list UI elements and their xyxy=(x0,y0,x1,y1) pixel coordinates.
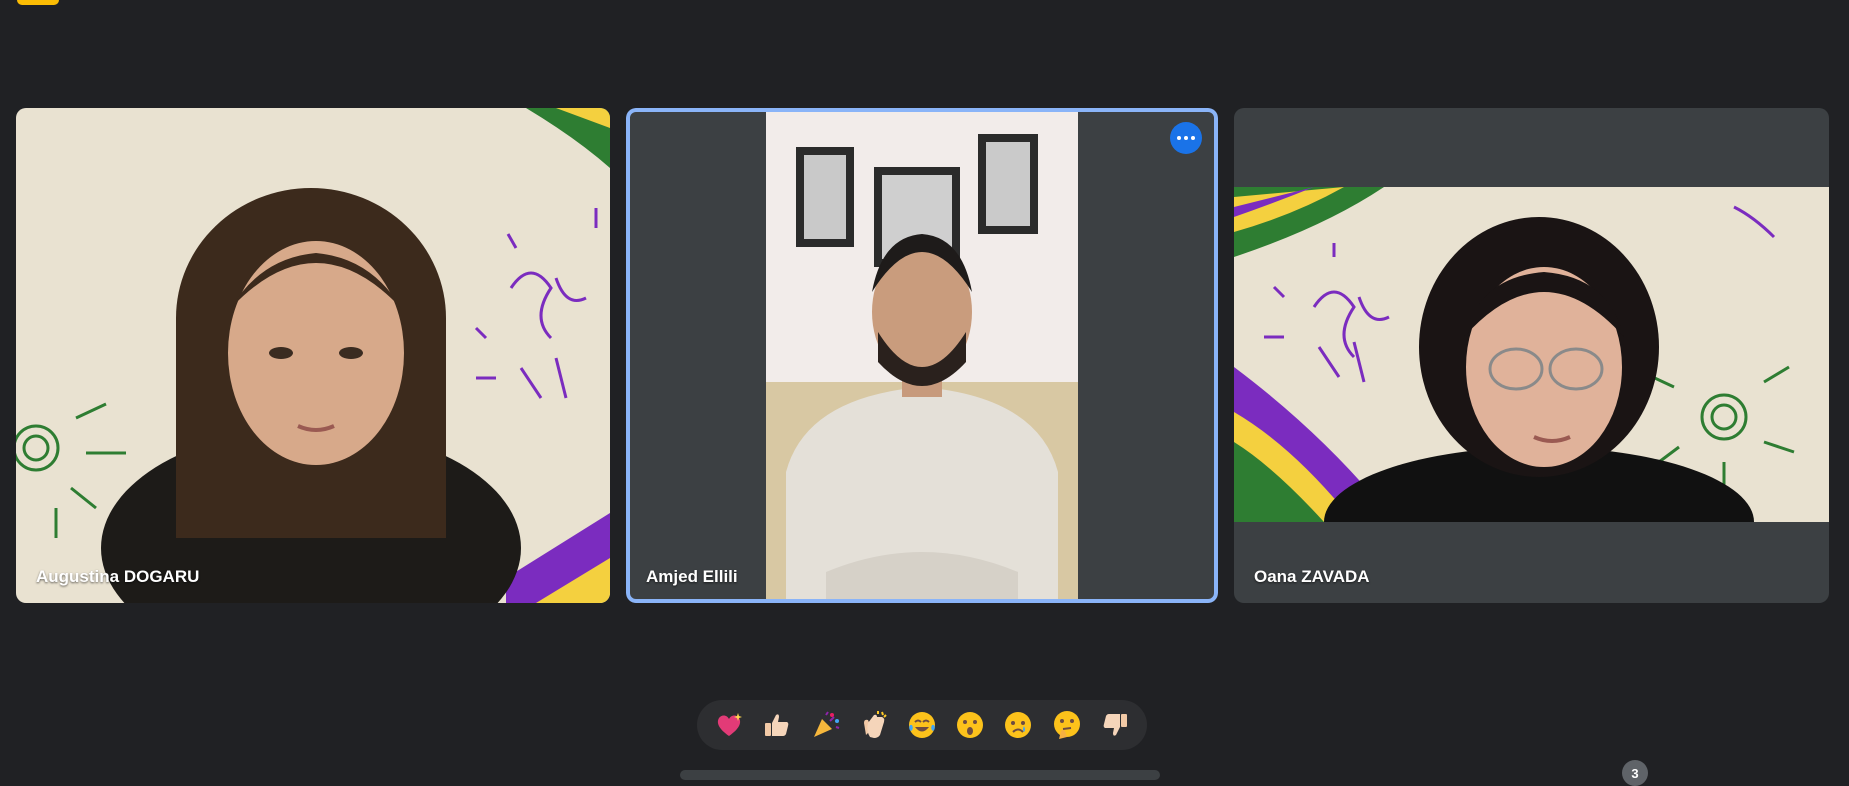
reactions-bar xyxy=(697,700,1147,750)
sparkling-heart-icon xyxy=(717,713,743,736)
participant-tile-active[interactable]: Amjed Ellili xyxy=(626,108,1218,603)
clapping-hands-icon xyxy=(863,711,887,738)
participant-tile[interactable]: Augustina DOGARU xyxy=(16,108,610,603)
thinking-face-icon xyxy=(1053,711,1080,739)
reaction-sparkling-heart[interactable] xyxy=(707,703,751,747)
dot-icon xyxy=(1184,136,1188,140)
control-bar-edge xyxy=(680,770,1160,780)
participant-name: Oana ZAVADA xyxy=(1254,567,1370,586)
reaction-tears-of-joy[interactable] xyxy=(900,703,944,747)
participant-video xyxy=(1234,187,1829,522)
more-options-button[interactable] xyxy=(1170,122,1202,154)
participant-tile[interactable]: Oana ZAVADA xyxy=(1234,108,1829,603)
dot-icon xyxy=(1191,136,1195,140)
reaction-thumbs-down[interactable] xyxy=(1093,703,1137,747)
reaction-clapping-hands[interactable] xyxy=(852,703,896,747)
crying-face-icon xyxy=(1005,712,1032,738)
reaction-party-popper[interactable] xyxy=(804,703,848,747)
surprised-face-icon xyxy=(957,712,984,738)
top-status-chip xyxy=(17,0,59,5)
reaction-surprised-face[interactable] xyxy=(948,703,992,747)
reaction-crying-face[interactable] xyxy=(996,703,1040,747)
participant-count-badge: 3 xyxy=(1622,760,1648,786)
thumbs-down-icon xyxy=(1103,714,1127,736)
participant-video xyxy=(16,108,610,603)
participant-video xyxy=(766,112,1078,599)
reaction-thinking-face[interactable] xyxy=(1045,703,1089,747)
reaction-thumbs-up[interactable] xyxy=(755,703,799,747)
participant-name: Augustina DOGARU xyxy=(36,567,200,586)
party-popper-icon xyxy=(813,711,839,737)
thumbs-up-icon xyxy=(765,714,789,736)
participant-name: Amjed Ellili xyxy=(646,567,738,586)
tears-of-joy-icon xyxy=(908,712,935,738)
dot-icon xyxy=(1177,136,1181,140)
